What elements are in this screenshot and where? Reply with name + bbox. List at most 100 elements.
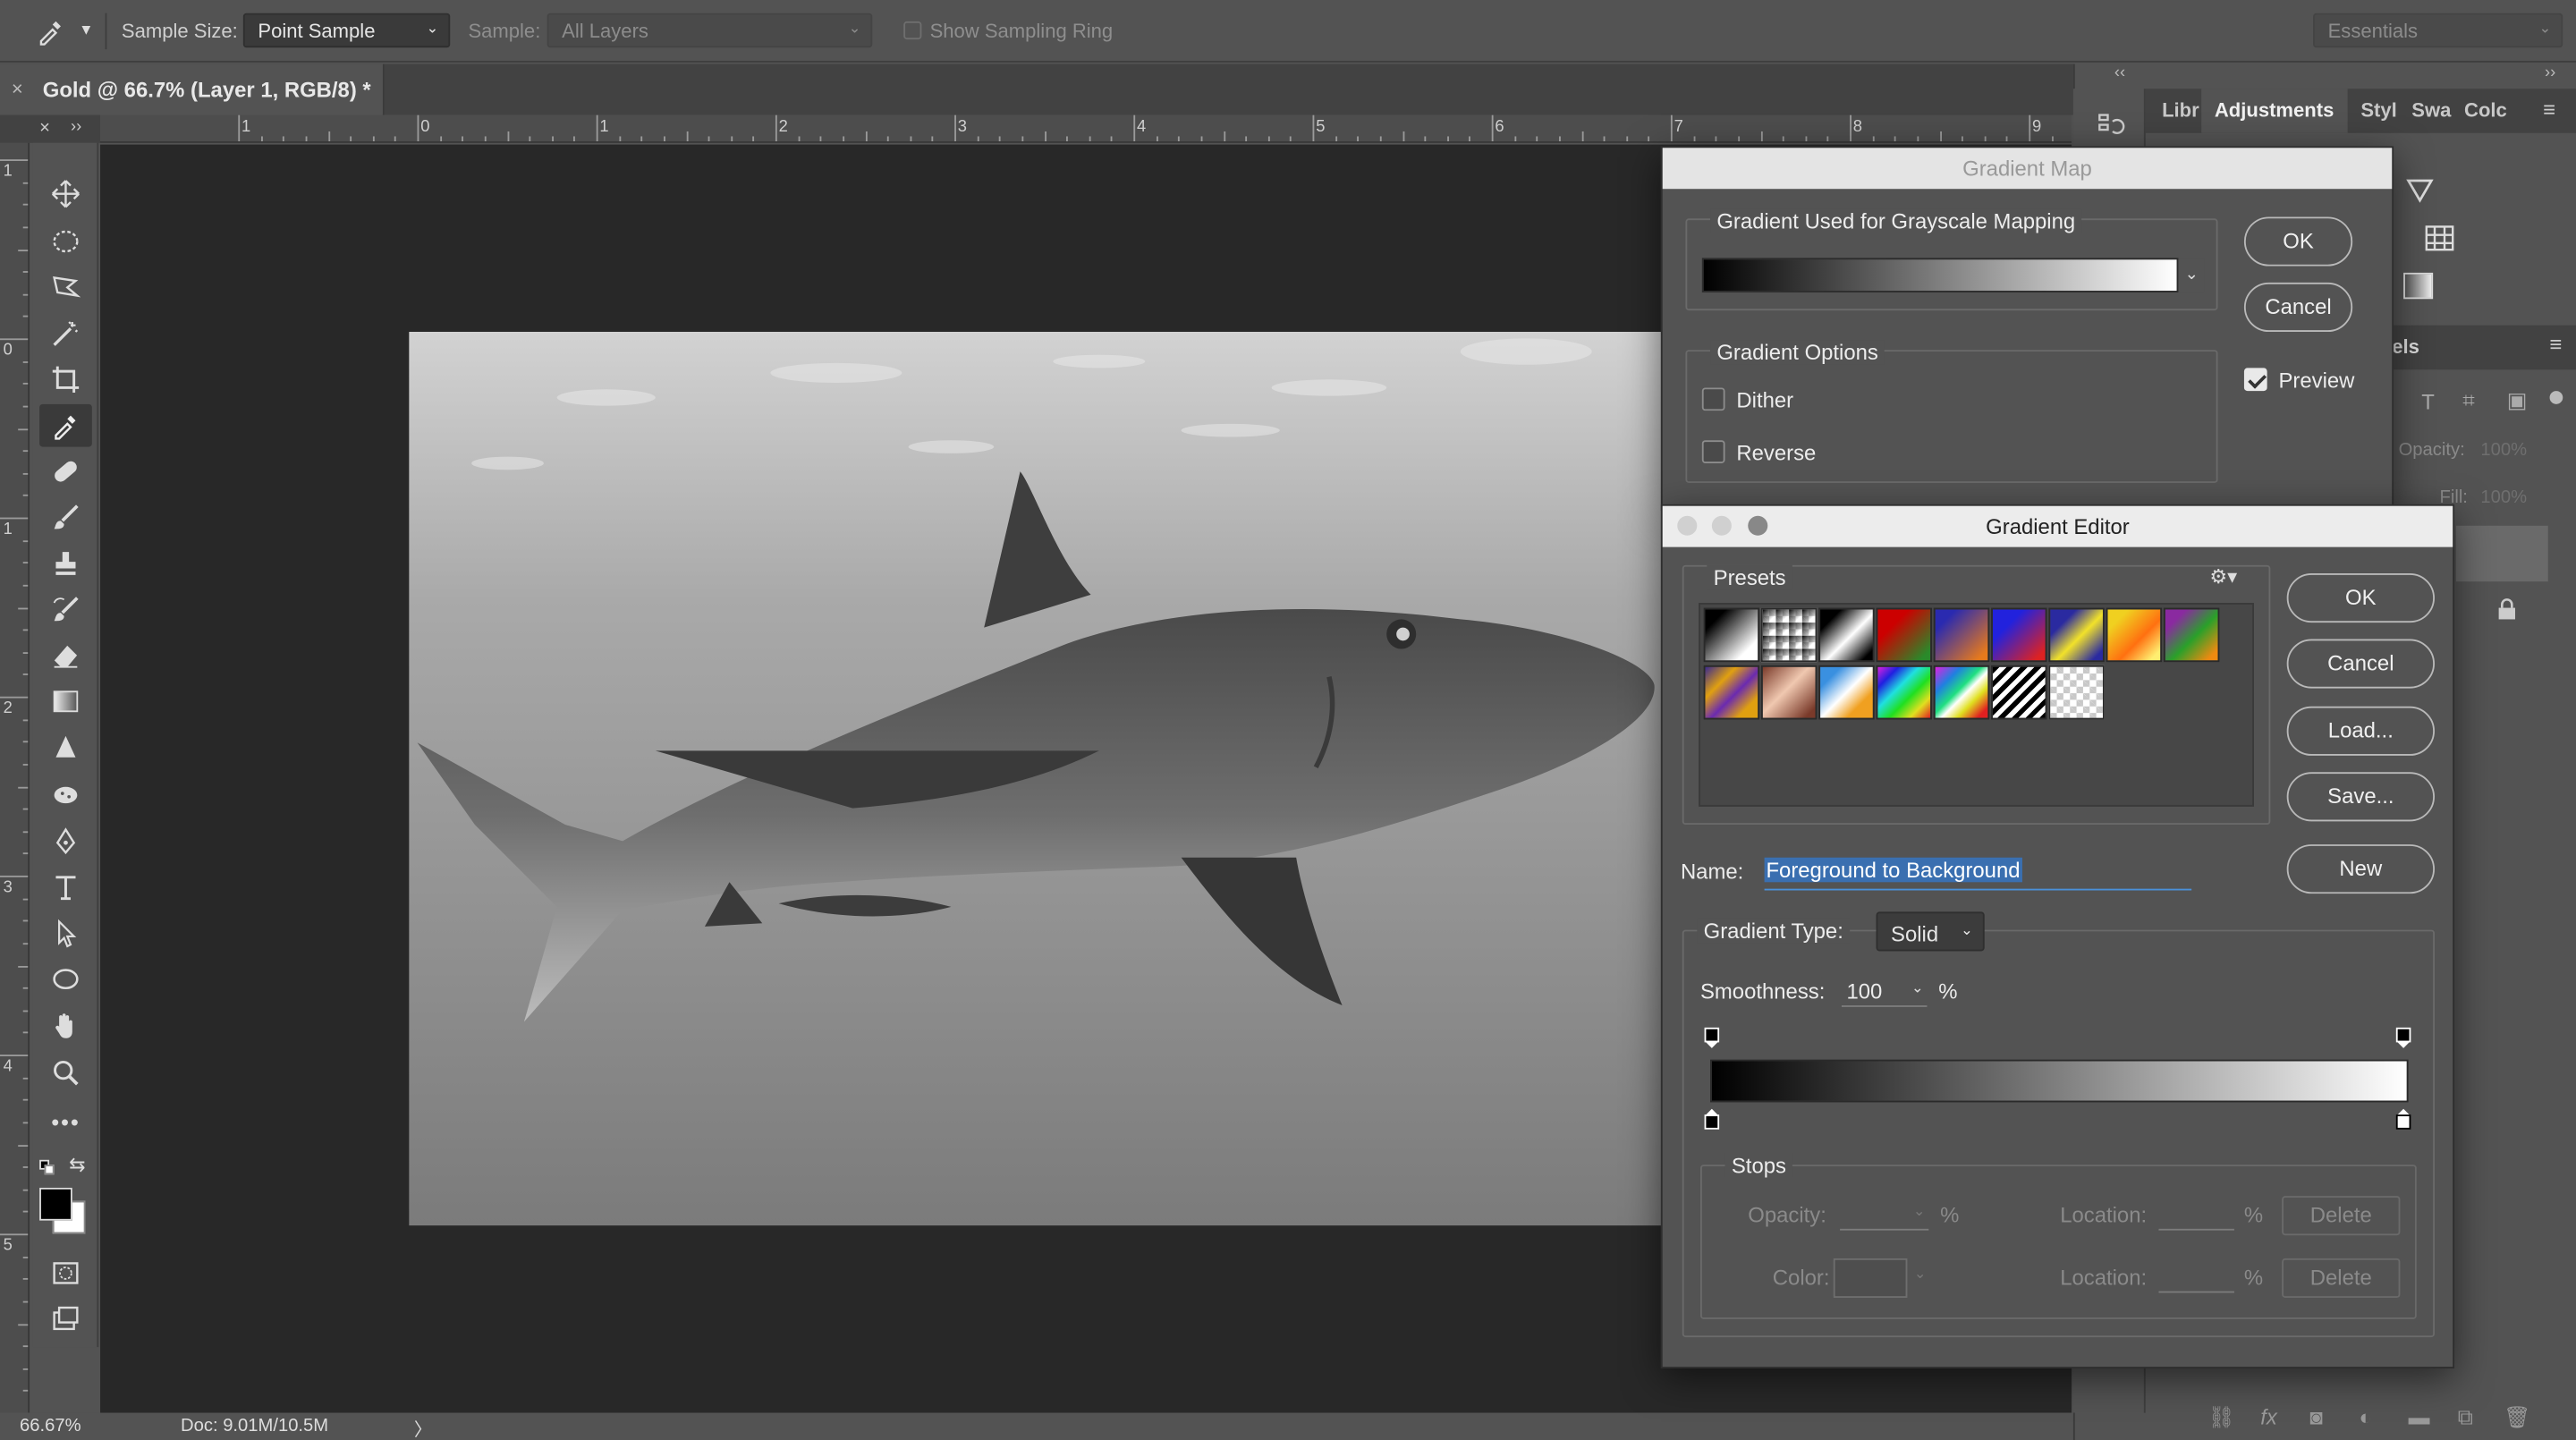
preset-swatch[interactable] <box>1760 665 1818 720</box>
type-filter-icon[interactable]: T <box>2421 389 2435 414</box>
opacity-location-input[interactable] <box>2158 1198 2234 1231</box>
lock-icon[interactable] <box>2496 598 2519 622</box>
preset-swatch[interactable] <box>1760 607 1818 663</box>
close-panel-icon[interactable]: × <box>39 118 50 138</box>
history-panel-button[interactable] <box>2093 108 2126 141</box>
delete-opacity-stop-button[interactable]: Delete <box>2282 1196 2401 1236</box>
gradient-map-adjustment-icon[interactable] <box>2405 177 2438 203</box>
expand-panels-icon[interactable]: ›› <box>2545 64 2555 82</box>
tab-styles[interactable]: Styl <box>2360 98 2396 122</box>
color-location-input[interactable] <box>2158 1260 2234 1293</box>
minimize-window-icon[interactable] <box>1711 515 1732 536</box>
color-stop-right[interactable] <box>2395 1107 2411 1131</box>
preset-swatch[interactable] <box>2163 607 2220 663</box>
preset-swatch[interactable] <box>1991 665 2047 720</box>
preset-swatch[interactable] <box>2106 607 2163 663</box>
show-sampling-ring-checkbox[interactable] <box>903 21 922 40</box>
folder-icon[interactable]: ▬ <box>2409 1404 2430 1429</box>
history-brush-tool[interactable] <box>39 589 92 631</box>
fill-value[interactable]: 100% <box>2480 487 2527 507</box>
trash-icon[interactable]: 🗑 <box>2504 1404 2530 1430</box>
move-tool[interactable] <box>39 173 92 216</box>
preset-swatch[interactable] <box>1703 607 1760 663</box>
healing-brush-tool[interactable] <box>39 450 92 493</box>
dodge-tool[interactable] <box>39 774 92 817</box>
stop-opacity-input[interactable]: ⌄ <box>1840 1198 1929 1231</box>
hand-tool[interactable] <box>39 1004 92 1046</box>
gradient-editor-cancel-button[interactable]: Cancel <box>2286 639 2435 689</box>
preset-swatch[interactable] <box>2048 607 2105 663</box>
gradient-tool[interactable] <box>39 680 92 723</box>
preview-checkbox[interactable] <box>2243 368 2267 392</box>
tab-swatches[interactable]: Swa <box>2411 98 2451 122</box>
layers-menu-icon[interactable]: ≡ <box>2550 332 2563 357</box>
document-tab[interactable]: × Gold @ 66.7% (Layer 1, RGB/8) * <box>0 64 385 115</box>
foreground-color-swatch[interactable] <box>39 1187 72 1221</box>
gradient-bar[interactable] <box>1710 1059 2409 1103</box>
panel-menu-icon[interactable]: ≡ <box>2543 97 2555 122</box>
new-layer-icon[interactable]: ⧉ <box>2458 1404 2473 1430</box>
marquee-tool[interactable] <box>39 220 92 263</box>
collapse-icon[interactable]: ‹‹ <box>2114 64 2125 82</box>
screen-mode[interactable] <box>39 1298 92 1341</box>
name-input[interactable]: Foreground to Background <box>1764 854 2192 891</box>
gradient-map-ok-button[interactable]: OK <box>2243 216 2353 267</box>
tab-layers[interactable]: els <box>2392 335 2419 359</box>
stop-color-swatch[interactable] <box>1833 1258 1908 1298</box>
lasso-tool[interactable] <box>39 267 92 309</box>
delete-color-stop-button[interactable]: Delete <box>2282 1258 2401 1298</box>
opacity-stop-left[interactable] <box>1704 1027 1720 1050</box>
gradient-fill-adjustment-icon[interactable] <box>2403 272 2434 300</box>
eyedropper-tool[interactable] <box>39 403 92 447</box>
brush-tool[interactable] <box>39 496 92 539</box>
path-selection-tool[interactable] <box>39 911 92 954</box>
zoom-window-icon[interactable] <box>1748 515 1768 536</box>
gradient-map-cancel-button[interactable]: Cancel <box>2243 282 2353 333</box>
mask-icon[interactable]: ◙ <box>2309 1404 2322 1429</box>
swap-colors-icon[interactable]: ⇆ <box>69 1153 85 1176</box>
sample-size-dropdown[interactable]: Point Sample ⌄ <box>242 13 451 48</box>
smoothness-input[interactable]: 100 ⌄ <box>1841 974 1928 1007</box>
new-button[interactable]: New <box>2286 844 2435 894</box>
close-tab-icon[interactable]: × <box>12 77 23 100</box>
preset-swatch[interactable] <box>1933 607 1990 663</box>
quick-mask-mode[interactable] <box>39 1252 92 1295</box>
shape-tool[interactable] <box>39 958 92 1001</box>
gradient-picker-chevron-icon[interactable]: ⌄ <box>2178 258 2205 292</box>
edit-toolbar[interactable]: ••• <box>39 1101 92 1144</box>
channel-mixer-adjustment-icon[interactable] <box>2425 225 2458 251</box>
pen-tool[interactable] <box>39 820 92 863</box>
workspace-switcher[interactable]: Essentials ⌄ <box>2313 13 2563 48</box>
opacity-value[interactable]: 100% <box>2480 440 2527 460</box>
magic-wand-tool[interactable] <box>39 312 92 355</box>
crop-tool[interactable] <box>39 358 92 401</box>
load-button[interactable]: Load... <box>2286 706 2435 756</box>
link-icon[interactable]: ⛓ <box>2208 1404 2235 1430</box>
close-window-icon[interactable] <box>1677 515 1698 536</box>
tab-libraries[interactable]: Libr <box>2162 98 2199 122</box>
dither-checkbox[interactable] <box>1701 387 1725 411</box>
default-colors-icon[interactable] <box>39 1159 55 1176</box>
type-tool[interactable] <box>39 866 92 909</box>
zoom-level[interactable]: 66.67% <box>20 1416 81 1436</box>
preset-swatch[interactable] <box>2048 665 2105 720</box>
sample-dropdown[interactable]: All Layers ⌄ <box>547 13 873 48</box>
reverse-checkbox[interactable] <box>1701 440 1725 463</box>
opacity-stop-right[interactable] <box>2395 1027 2411 1050</box>
tab-color[interactable]: Colc <box>2464 98 2507 122</box>
layer-row-selected[interactable] <box>2455 525 2548 582</box>
color-stop-left[interactable] <box>1704 1107 1720 1131</box>
preset-swatch[interactable] <box>1818 607 1875 663</box>
zoom-tool[interactable] <box>39 1051 92 1094</box>
fx-icon[interactable]: fx <box>2260 1404 2277 1429</box>
preset-swatch[interactable] <box>1818 665 1875 720</box>
preset-swatch[interactable] <box>1991 607 2047 663</box>
presets-gear-icon[interactable]: ⚙▾ <box>2209 565 2237 589</box>
clone-stamp-tool[interactable] <box>39 542 92 585</box>
preset-swatch[interactable] <box>1876 607 1932 663</box>
save-button[interactable]: Save... <box>2286 772 2435 822</box>
adjustment-layer-icon[interactable]: ◐ <box>2360 1404 2372 1429</box>
preset-swatch[interactable] <box>1703 665 1760 720</box>
blur-tool[interactable] <box>39 726 92 769</box>
smart-object-filter-icon[interactable]: ▣ <box>2507 387 2528 413</box>
